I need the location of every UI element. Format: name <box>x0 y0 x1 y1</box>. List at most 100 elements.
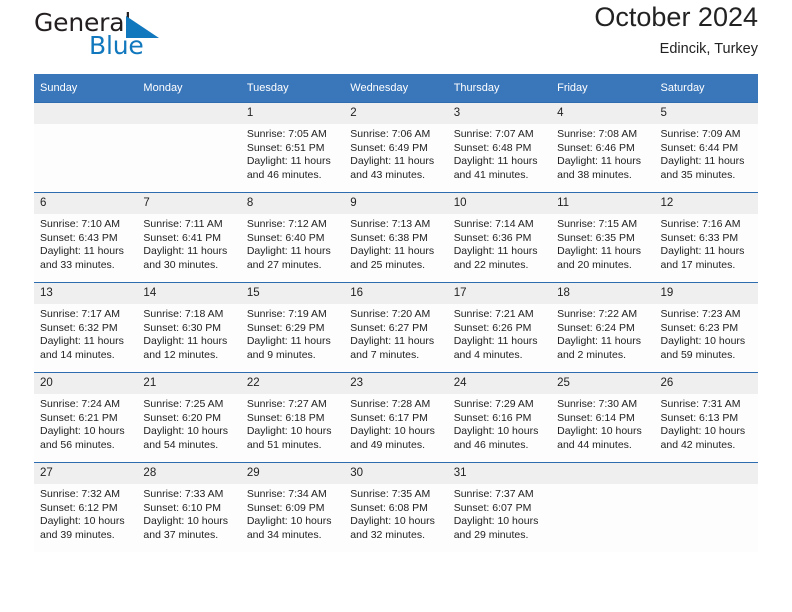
calendar-day-cell-empty <box>137 102 241 193</box>
daylight-text-line2: and 2 minutes. <box>557 348 626 361</box>
daylight-text-line2: and 25 minutes. <box>350 258 425 271</box>
day-details: Sunrise: 7:16 AM Sunset: 6:33 PM Daylight:… <box>655 214 758 272</box>
sunrise-text: Sunrise: 7:30 AM <box>557 398 638 410</box>
brand-logo[interactable]: General Blue <box>34 8 274 66</box>
calendar-day-cell[interactable]: 4 Sunrise: 7:08 AM Sunset: 6:46 PM Daylight… <box>551 102 655 193</box>
day-number: 31 <box>447 463 552 484</box>
daylight-text-line1: Daylight: 11 hours <box>557 245 641 258</box>
calendar-day-cell[interactable]: 31 Sunrise: 7:37 AM Sunset: 6:07 PM Dayligh… <box>447 462 552 552</box>
day-number: 10 <box>447 193 552 214</box>
calendar-day-cell[interactable]: 2 Sunrise: 7:06 AM Sunset: 6:49 PM Daylight… <box>344 102 448 193</box>
calendar-table: Sunday Monday Tuesday Wednesday Thursday… <box>34 74 758 552</box>
day-number <box>654 463 758 484</box>
calendar-day-cell[interactable]: 29 Sunrise: 7:34 AM Sunset: 6:09 PM Dayligh… <box>240 462 345 552</box>
calendar-day-cell[interactable]: 10 Sunrise: 7:14 AM Sunset: 6:36 PM Dayligh… <box>447 192 552 283</box>
day-details: Sunrise: 7:12 AM Sunset: 6:40 PM Daylight:… <box>241 214 344 272</box>
day-details: Sunrise: 7:20 AM Sunset: 6:27 PM Daylight:… <box>344 304 447 362</box>
calendar-day-cell[interactable]: 15 Sunrise: 7:19 AM Sunset: 6:29 PM Dayligh… <box>240 282 345 373</box>
daylight-text-line2: and 35 minutes. <box>660 168 736 181</box>
calendar-day-cell[interactable]: 12 Sunrise: 7:16 AM Sunset: 6:33 PM Dayligh… <box>654 192 758 283</box>
calendar-week-row: 27 Sunrise: 7:32 AM Sunset: 6:12 PM Dayligh… <box>34 462 758 552</box>
calendar-day-cell[interactable]: 5 Sunrise: 7:09 AM Sunset: 6:44 PM Daylight… <box>654 102 758 193</box>
weekday-header-wednesday: Wednesday <box>344 74 448 103</box>
calendar-day-cell[interactable]: 21 Sunrise: 7:25 AM Sunset: 6:20 PM Dayligh… <box>137 372 241 463</box>
calendar-day-cell-empty <box>34 102 138 193</box>
page-subtitle: Edincik, Turkey <box>659 41 758 57</box>
daylight-text-line2: and 22 minutes. <box>453 258 529 271</box>
day-details: Sunrise: 7:28 AM Sunset: 6:17 PM Daylight:… <box>344 394 447 452</box>
daylight-text-line1: Daylight: 11 hours <box>660 155 745 168</box>
day-number: 12 <box>654 193 758 214</box>
sunset-text: Sunset: 6:48 PM <box>453 141 532 154</box>
calendar-day-cell[interactable]: 16 Sunrise: 7:20 AM Sunset: 6:27 PM Dayligh… <box>344 282 448 373</box>
day-details: Sunrise: 7:21 AM Sunset: 6:26 PM Daylight:… <box>448 304 551 362</box>
calendar-day-cell[interactable]: 28 Sunrise: 7:33 AM Sunset: 6:10 PM Dayligh… <box>137 462 241 552</box>
daylight-text-line1: Daylight: 10 hours <box>350 515 435 528</box>
calendar-day-cell[interactable]: 3 Sunrise: 7:07 AM Sunset: 6:48 PM Daylight… <box>447 102 552 193</box>
day-details: Sunrise: 7:11 AM Sunset: 6:41 PM Daylight:… <box>137 214 240 272</box>
day-details: Sunrise: 7:17 AM Sunset: 6:32 PM Daylight:… <box>34 304 137 362</box>
daylight-text-line1: Daylight: 11 hours <box>453 245 538 258</box>
calendar-day-cell[interactable]: 14 Sunrise: 7:18 AM Sunset: 6:30 PM Dayligh… <box>137 282 241 373</box>
calendar-day-cell[interactable]: 20 Sunrise: 7:24 AM Sunset: 6:21 PM Dayligh… <box>34 372 138 463</box>
daylight-text-line1: Daylight: 11 hours <box>350 245 435 258</box>
sunrise-text: Sunrise: 7:13 AM <box>350 218 431 230</box>
sunrise-text: Sunrise: 7:19 AM <box>246 308 327 320</box>
day-number: 30 <box>344 463 448 484</box>
sunset-text: Sunset: 6:14 PM <box>557 411 635 424</box>
day-number: 28 <box>137 463 241 484</box>
sunrise-text: Sunrise: 7:34 AM <box>246 488 327 500</box>
sunrise-text: Sunrise: 7:33 AM <box>143 488 224 500</box>
calendar-day-cell[interactable]: 1 Sunrise: 7:05 AM Sunset: 6:51 PM Daylight… <box>240 102 345 193</box>
calendar-day-cell[interactable]: 23 Sunrise: 7:28 AM Sunset: 6:17 PM Dayligh… <box>344 372 448 463</box>
daylight-text-line2: and 9 minutes. <box>246 348 316 361</box>
daylight-text-line1: Daylight: 11 hours <box>350 335 435 348</box>
sunset-text: Sunset: 6:30 PM <box>143 321 222 334</box>
sunset-text: Sunset: 6:35 PM <box>557 231 635 244</box>
calendar-day-cell[interactable]: 30 Sunrise: 7:35 AM Sunset: 6:08 PM Dayligh… <box>344 462 448 552</box>
daylight-text-line2: and 46 minutes. <box>453 438 529 451</box>
calendar-day-cell[interactable]: 24 Sunrise: 7:29 AM Sunset: 6:16 PM Dayligh… <box>447 372 552 463</box>
daylight-text-line1: Daylight: 11 hours <box>453 335 538 348</box>
calendar-day-cell[interactable]: 6 Sunrise: 7:10 AM Sunset: 6:43 PM Daylight… <box>34 192 138 283</box>
day-details: Sunrise: 7:37 AM Sunset: 6:07 PM Daylight:… <box>448 484 551 542</box>
day-number: 29 <box>240 463 345 484</box>
page-header: General Blue October 2024 Edincik, Turke… <box>34 0 758 74</box>
daylight-text-line1: Daylight: 11 hours <box>350 155 435 168</box>
daylight-text-line2: and 43 minutes. <box>350 168 425 181</box>
daylight-text-line2: and 41 minutes. <box>453 168 529 181</box>
calendar-day-cell[interactable]: 9 Sunrise: 7:13 AM Sunset: 6:38 PM Daylight… <box>344 192 448 283</box>
sunrise-text: Sunrise: 7:21 AM <box>453 308 534 320</box>
calendar-day-cell[interactable]: 18 Sunrise: 7:22 AM Sunset: 6:24 PM Dayligh… <box>551 282 655 373</box>
calendar-day-cell[interactable]: 17 Sunrise: 7:21 AM Sunset: 6:26 PM Dayligh… <box>447 282 552 373</box>
title-block: October 2024 Edincik, Turkey <box>594 0 758 60</box>
daylight-text-line2: and 37 minutes. <box>143 528 219 541</box>
day-number: 14 <box>137 283 241 304</box>
sunset-text: Sunset: 6:41 PM <box>143 231 222 244</box>
calendar-day-cell[interactable]: 7 Sunrise: 7:11 AM Sunset: 6:41 PM Daylight… <box>137 192 241 283</box>
daylight-text-line1: Daylight: 11 hours <box>557 335 641 348</box>
calendar-day-cell[interactable]: 27 Sunrise: 7:32 AM Sunset: 6:12 PM Dayligh… <box>34 462 138 552</box>
calendar-day-cell[interactable]: 25 Sunrise: 7:30 AM Sunset: 6:14 PM Dayligh… <box>551 372 655 463</box>
calendar-day-cell[interactable]: 11 Sunrise: 7:15 AM Sunset: 6:35 PM Dayligh… <box>551 192 655 283</box>
day-number: 7 <box>137 193 241 214</box>
day-details: Sunrise: 7:25 AM Sunset: 6:20 PM Daylight:… <box>137 394 240 452</box>
day-details: Sunrise: 7:34 AM Sunset: 6:09 PM Daylight:… <box>241 484 344 542</box>
sunrise-text: Sunrise: 7:28 AM <box>350 398 431 410</box>
sunset-text: Sunset: 6:24 PM <box>557 321 635 334</box>
daylight-text-line2: and 34 minutes. <box>246 528 322 541</box>
weekday-header-row: Sunday Monday Tuesday Wednesday Thursday… <box>34 74 758 103</box>
day-number: 16 <box>344 283 448 304</box>
sunset-text: Sunset: 6:51 PM <box>246 141 325 154</box>
day-number: 21 <box>137 373 241 394</box>
daylight-text-line1: Daylight: 10 hours <box>660 335 746 348</box>
calendar-day-cell[interactable]: 22 Sunrise: 7:27 AM Sunset: 6:18 PM Dayligh… <box>240 372 345 463</box>
daylight-text-line2: and 27 minutes. <box>246 258 322 271</box>
calendar-day-cell[interactable]: 8 Sunrise: 7:12 AM Sunset: 6:40 PM Daylight… <box>240 192 345 283</box>
calendar-day-cell[interactable]: 26 Sunrise: 7:31 AM Sunset: 6:13 PM Dayligh… <box>654 372 758 463</box>
daylight-text-line2: and 7 minutes. <box>350 348 420 361</box>
day-number: 19 <box>654 283 758 304</box>
calendar-day-cell[interactable]: 19 Sunrise: 7:23 AM Sunset: 6:23 PM Dayligh… <box>654 282 758 373</box>
page-title: October 2024 <box>594 2 758 32</box>
calendar-day-cell[interactable]: 13 Sunrise: 7:17 AM Sunset: 6:32 PM Dayligh… <box>34 282 138 373</box>
